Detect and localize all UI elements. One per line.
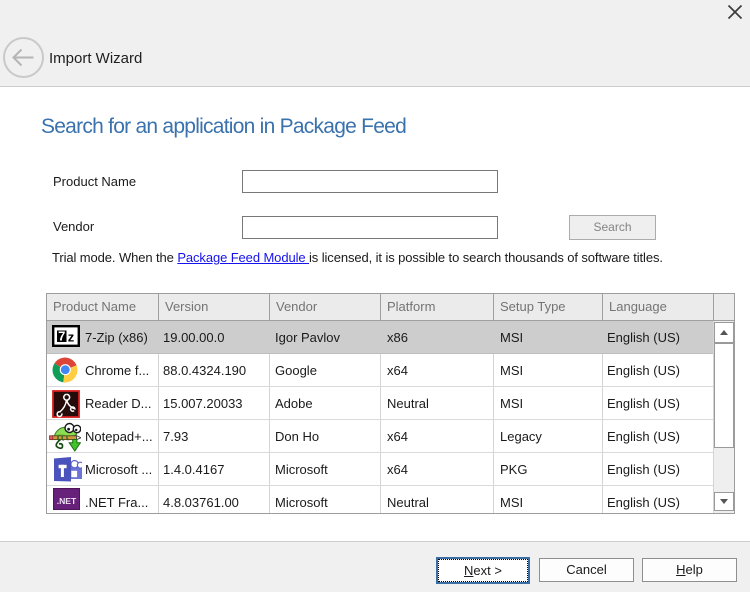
svg-text:z: z — [68, 330, 75, 345]
svg-text:7: 7 — [58, 328, 65, 343]
svg-text:.NET: .NET — [57, 496, 77, 506]
